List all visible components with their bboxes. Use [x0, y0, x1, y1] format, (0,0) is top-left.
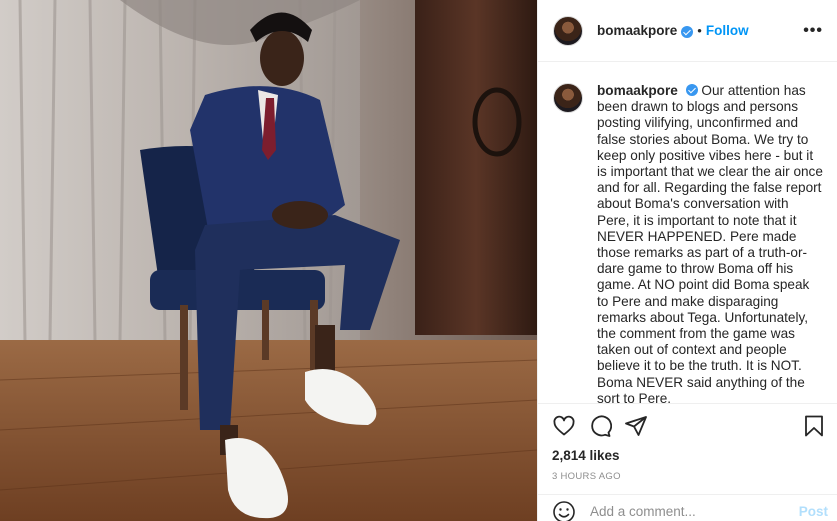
share-icon[interactable]	[624, 414, 648, 438]
post-actions: 2,814 likes 3 HOURS AGO	[538, 403, 837, 482]
heart-icon[interactable]	[552, 414, 576, 438]
post-comment-button[interactable]: Post	[799, 504, 828, 519]
add-comment-bar: Post	[538, 494, 837, 521]
action-icons-row	[552, 414, 826, 438]
more-options-icon[interactable]: •••	[803, 22, 823, 40]
comment-input[interactable]	[590, 504, 799, 519]
photo-illustration	[0, 0, 537, 521]
caption-body: Our attention has been drawn to blogs an…	[597, 83, 823, 403]
comment-icon[interactable]	[588, 414, 612, 438]
post-photo[interactable]	[0, 0, 537, 521]
follow-button[interactable]: Follow	[706, 23, 749, 38]
comments-area[interactable]: bomaakpore Our attention has been drawn …	[538, 63, 837, 403]
caption: bomaakpore Our attention has been drawn …	[553, 83, 824, 403]
verified-badge-icon	[685, 84, 698, 96]
verified-badge-icon	[681, 25, 694, 38]
post-header: bomaakpore • Follow •••	[538, 0, 837, 62]
likes-count[interactable]: 2,814 likes	[552, 448, 826, 463]
post-side-panel: bomaakpore • Follow ••• bomaakpore Our a…	[537, 0, 837, 521]
avatar[interactable]	[553, 15, 583, 46]
caption-text-block: bomaakpore Our attention has been drawn …	[597, 83, 823, 403]
caption-username[interactable]: bomaakpore	[597, 83, 678, 98]
header-username[interactable]: bomaakpore	[597, 23, 677, 38]
smiley-icon[interactable]	[552, 500, 576, 521]
post-timestamp[interactable]: 3 HOURS AGO	[552, 471, 826, 482]
separator-dot: •	[697, 23, 702, 38]
caption-avatar[interactable]	[553, 83, 583, 113]
bookmark-icon[interactable]	[802, 414, 826, 438]
